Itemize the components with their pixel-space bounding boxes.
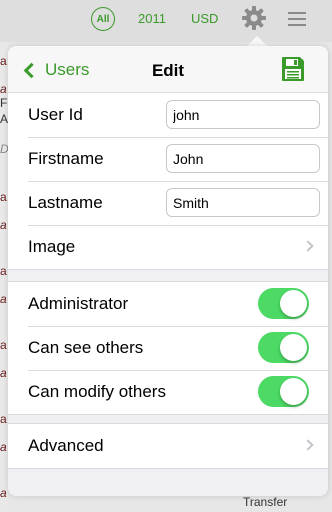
- firstname-label: Firstname: [28, 149, 104, 168]
- user-id-label: User Id: [28, 105, 83, 124]
- image-label: Image: [28, 237, 76, 256]
- toggle-knob: [280, 290, 307, 317]
- lastname-field[interactable]: [166, 188, 320, 217]
- administrator-label: Administrator: [28, 294, 129, 313]
- administrator-toggle[interactable]: [258, 288, 309, 319]
- hamburger-menu-icon[interactable]: [288, 12, 306, 26]
- page-title: Edit: [151, 61, 185, 80]
- can-modify-others-row: Can modify others: [8, 370, 328, 414]
- year-selector[interactable]: 2011: [138, 11, 166, 26]
- user-id-row: User Id: [8, 93, 328, 137]
- advanced-label: Advanced: [28, 436, 104, 455]
- administrator-row: Administrator: [8, 282, 328, 326]
- filter-all-chip[interactable]: All: [91, 7, 115, 31]
- image-row[interactable]: Image: [8, 225, 328, 269]
- toggle-knob: [280, 378, 307, 405]
- currency-selector[interactable]: USD: [191, 11, 218, 26]
- chevron-right-icon: [302, 240, 314, 252]
- lastname-label: Lastname: [28, 193, 103, 212]
- user-id-field[interactable]: [166, 100, 320, 129]
- background-list-edge: a a F Ad Dé a a a a a a a a a: [0, 42, 8, 512]
- edit-user-popover: Users Edit User Id Firstname Lastname Im…: [8, 46, 328, 496]
- popover-arrow: [247, 36, 267, 46]
- can-see-others-toggle[interactable]: [258, 332, 309, 363]
- permissions-group: Administrator Can see others Can modify …: [8, 281, 328, 415]
- firstname-field[interactable]: [166, 144, 320, 173]
- save-icon[interactable]: [281, 56, 305, 82]
- toggle-knob: [280, 334, 307, 361]
- gear-icon[interactable]: [240, 4, 268, 32]
- firstname-row: Firstname: [8, 137, 328, 181]
- navigation-bar: Users Edit: [8, 46, 328, 94]
- background-top-bar: [0, 0, 332, 42]
- advanced-group: Advanced: [8, 423, 328, 469]
- lastname-row: Lastname: [8, 181, 328, 225]
- advanced-row[interactable]: Advanced: [8, 424, 328, 468]
- can-see-others-label: Can see others: [28, 338, 144, 357]
- user-details-group: User Id Firstname Lastname Image: [8, 92, 328, 270]
- transfer-label: Transfer: [243, 495, 288, 509]
- chevron-right-icon: [302, 439, 314, 451]
- can-modify-others-label: Can modify others: [28, 382, 166, 401]
- can-see-others-row: Can see others: [8, 326, 328, 370]
- can-modify-others-toggle[interactable]: [258, 376, 309, 407]
